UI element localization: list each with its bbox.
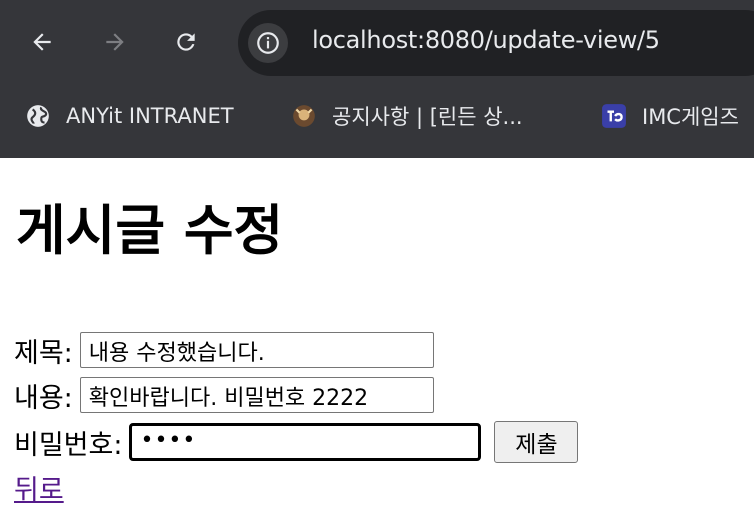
- forward-button[interactable]: [95, 22, 135, 62]
- globe-icon: [24, 102, 52, 130]
- arrow-right-icon: [106, 33, 124, 51]
- content-row: 내용: 확인바랍니다. 비밀번호 2222: [14, 375, 434, 415]
- imc-favicon-icon: [600, 102, 628, 130]
- password-input[interactable]: ••••: [129, 423, 482, 461]
- page-content: 게시글 수정 제목: 내용 수정했습니다. 내용: 확인바랍니다. 비밀번호 2…: [0, 158, 754, 530]
- site-info-button[interactable]: [248, 23, 288, 63]
- password-row: 비밀번호: •••• 제출: [14, 421, 579, 463]
- browser-chrome: localhost:8080/update-view/5 ANYit INTRA…: [0, 0, 754, 158]
- url-text[interactable]: localhost:8080/update-view/5: [312, 26, 660, 54]
- submit-button[interactable]: 제출: [494, 421, 579, 463]
- bookmark-label: 공지사항 | [린든 상...: [332, 105, 523, 129]
- content-input[interactable]: 확인바랍니다. 비밀번호 2222: [79, 377, 434, 413]
- back-button[interactable]: [22, 22, 62, 62]
- reload-icon: [177, 33, 195, 51]
- browser-toolbar: localhost:8080/update-view/5: [0, 0, 754, 86]
- reload-button[interactable]: [166, 22, 206, 62]
- title-input[interactable]: 내용 수정했습니다.: [79, 332, 434, 368]
- title-label: 제목:: [14, 337, 73, 369]
- page-title: 게시글 수정: [16, 199, 284, 262]
- bookmark-label: IMC게임즈: [642, 105, 739, 129]
- bookmark-anyit-intranet[interactable]: ANYit INTRANET: [24, 98, 234, 134]
- bookmark-notice[interactable]: 공지사항 | [린든 상...: [290, 98, 523, 134]
- address-bar[interactable]: localhost:8080/update-view/5: [238, 10, 754, 76]
- bookmarks-bar: ANYit INTRANET 공지사항 | [린든 상... IMC게임즈: [0, 92, 754, 142]
- arrow-left-icon: [33, 33, 51, 51]
- back-link[interactable]: 뒤로: [14, 468, 64, 507]
- bookmark-label: ANYit INTRANET: [66, 104, 234, 128]
- info-icon: [257, 32, 279, 54]
- password-label: 비밀번호:: [14, 429, 123, 461]
- content-label: 내용:: [14, 382, 73, 414]
- site-favicon-icon: [290, 102, 318, 130]
- bookmark-imc-games[interactable]: IMC게임즈: [600, 98, 739, 134]
- title-row: 제목: 내용 수정했습니다.: [14, 330, 434, 370]
